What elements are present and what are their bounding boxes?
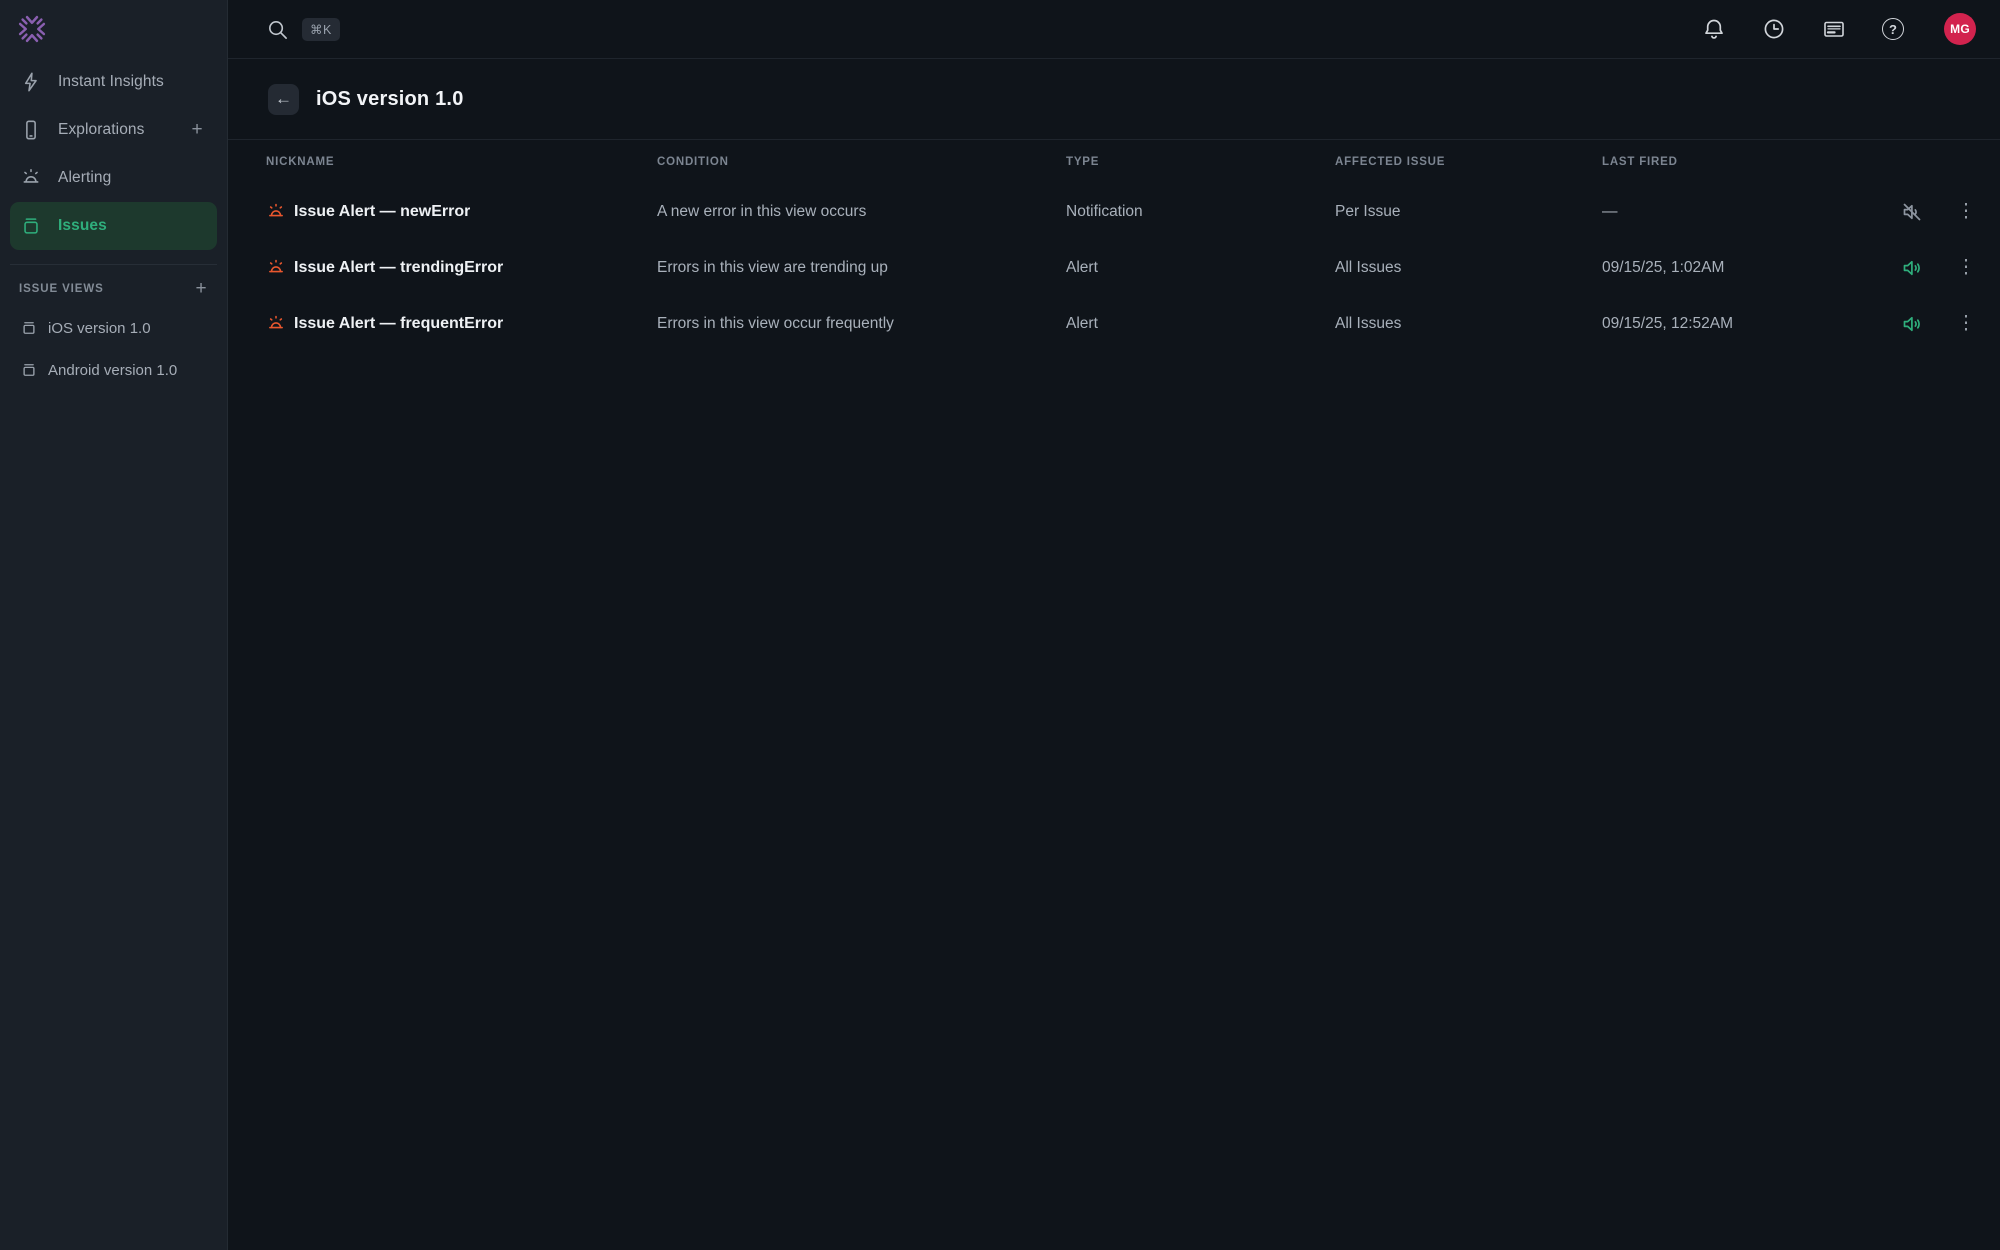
sidebar-item-label: Instant Insights bbox=[58, 73, 209, 91]
speaker-on-icon bbox=[1900, 256, 1924, 280]
column-header-type: TYPE bbox=[1066, 156, 1335, 168]
table-row[interactable]: Issue Alert — trendingError Errors in th… bbox=[228, 240, 2000, 296]
alert-type: Notification bbox=[1066, 203, 1335, 221]
page-header: ← iOS version 1.0 bbox=[228, 59, 2000, 140]
sidebar: Instant Insights Explorations + Alerting bbox=[0, 0, 228, 1250]
back-button[interactable]: ← bbox=[268, 84, 299, 115]
alert-last-fired: 09/15/25, 12:52AM bbox=[1602, 315, 1900, 333]
alert-siren-icon bbox=[266, 258, 286, 278]
mute-toggle-button[interactable] bbox=[1900, 312, 1924, 336]
alert-condition: Errors in this view are trending up bbox=[657, 259, 1066, 277]
siren-icon bbox=[20, 167, 42, 189]
topbar-actions: ? MG bbox=[1702, 13, 1976, 45]
app-logo[interactable] bbox=[0, 0, 227, 58]
alert-condition: Errors in this view occur frequently bbox=[657, 315, 1066, 333]
alert-siren-icon bbox=[266, 202, 286, 222]
issue-views-section-header: ISSUE VIEWS + bbox=[0, 271, 227, 307]
issue-views-heading: ISSUE VIEWS bbox=[19, 283, 189, 295]
sidebar-item-alerting[interactable]: Alerting bbox=[10, 154, 217, 202]
changelog-button[interactable] bbox=[1822, 17, 1846, 41]
sidebar-divider bbox=[10, 264, 217, 265]
lightning-icon bbox=[20, 71, 42, 93]
sidebar-item-instant-insights[interactable]: Instant Insights bbox=[10, 58, 217, 106]
add-issue-view-button[interactable]: + bbox=[189, 277, 213, 301]
search-shortcut-badge: ⌘K bbox=[302, 18, 340, 41]
clock-icon bbox=[1762, 17, 1786, 41]
column-header-affected-issue: AFFECTED ISSUE bbox=[1335, 156, 1602, 168]
notifications-button[interactable] bbox=[1702, 17, 1726, 41]
alert-affected-issue: All Issues bbox=[1335, 315, 1602, 333]
table-row[interactable]: Issue Alert — newError A new error in th… bbox=[228, 184, 2000, 240]
add-exploration-button[interactable]: + bbox=[185, 118, 209, 142]
speaker-on-icon bbox=[1900, 312, 1924, 336]
row-overflow-menu-button[interactable]: ⋮ bbox=[1952, 254, 1980, 282]
sidebar-nav: Instant Insights Explorations + Alerting bbox=[0, 58, 227, 250]
sidebar-item-label: Explorations bbox=[58, 121, 185, 139]
archive-icon bbox=[20, 361, 38, 379]
alert-nickname: Issue Alert — trendingError bbox=[294, 259, 503, 277]
column-header-condition: CONDITION bbox=[657, 156, 1066, 168]
alert-affected-issue: All Issues bbox=[1335, 259, 1602, 277]
speaker-muted-icon bbox=[1900, 200, 1924, 224]
main-area: ⌘K bbox=[228, 0, 2000, 1250]
column-header-last-fired: LAST FIRED bbox=[1602, 156, 1900, 168]
bell-icon bbox=[1702, 17, 1726, 41]
alert-type: Alert bbox=[1066, 259, 1335, 277]
back-arrow-icon: ← bbox=[275, 89, 292, 109]
column-header-nickname: NICKNAME bbox=[266, 156, 657, 168]
alert-nickname: Issue Alert — frequentError bbox=[294, 315, 503, 333]
phone-icon bbox=[20, 119, 42, 141]
sidebar-item-explorations[interactable]: Explorations + bbox=[10, 106, 217, 154]
help-button[interactable]: ? bbox=[1882, 18, 1904, 40]
issue-view-label: iOS version 1.0 bbox=[48, 320, 151, 337]
topbar: ⌘K bbox=[228, 0, 2000, 59]
user-avatar[interactable]: MG bbox=[1944, 13, 1976, 45]
sidebar-item-label: Alerting bbox=[58, 169, 209, 187]
sidebar-item-android-version[interactable]: Android version 1.0 bbox=[0, 349, 227, 391]
issue-view-label: Android version 1.0 bbox=[48, 362, 177, 379]
changelog-icon bbox=[1822, 17, 1846, 41]
mute-toggle-button[interactable] bbox=[1900, 256, 1924, 280]
burst-logo-icon bbox=[17, 14, 47, 44]
avatar-initials: MG bbox=[1950, 22, 1970, 36]
alert-condition: A new error in this view occurs bbox=[657, 203, 1066, 221]
alert-last-fired: — bbox=[1602, 203, 1900, 221]
table-header-row: NICKNAME CONDITION TYPE AFFECTED ISSUE L… bbox=[228, 140, 2000, 184]
row-overflow-menu-button[interactable]: ⋮ bbox=[1952, 198, 1980, 226]
sidebar-item-label: Issues bbox=[58, 217, 209, 235]
alert-nickname: Issue Alert — newError bbox=[294, 203, 470, 221]
table-row[interactable]: Issue Alert — frequentError Errors in th… bbox=[228, 296, 2000, 352]
archive-icon bbox=[20, 319, 38, 337]
alert-last-fired: 09/15/25, 1:02AM bbox=[1602, 259, 1900, 277]
alert-siren-icon bbox=[266, 314, 286, 334]
sidebar-item-ios-version[interactable]: iOS version 1.0 bbox=[0, 307, 227, 349]
sidebar-item-issues[interactable]: Issues bbox=[10, 202, 217, 250]
help-icon: ? bbox=[1889, 22, 1897, 37]
alert-type: Alert bbox=[1066, 315, 1335, 333]
history-button[interactable] bbox=[1762, 17, 1786, 41]
search-icon bbox=[266, 18, 289, 41]
alert-affected-issue: Per Issue bbox=[1335, 203, 1602, 221]
row-overflow-menu-button[interactable]: ⋮ bbox=[1952, 310, 1980, 338]
box-icon bbox=[20, 215, 42, 237]
search-control[interactable]: ⌘K bbox=[266, 18, 340, 41]
mute-toggle-button[interactable] bbox=[1900, 200, 1924, 224]
page-title: iOS version 1.0 bbox=[316, 88, 464, 111]
alerts-table: NICKNAME CONDITION TYPE AFFECTED ISSUE L… bbox=[228, 140, 2000, 352]
